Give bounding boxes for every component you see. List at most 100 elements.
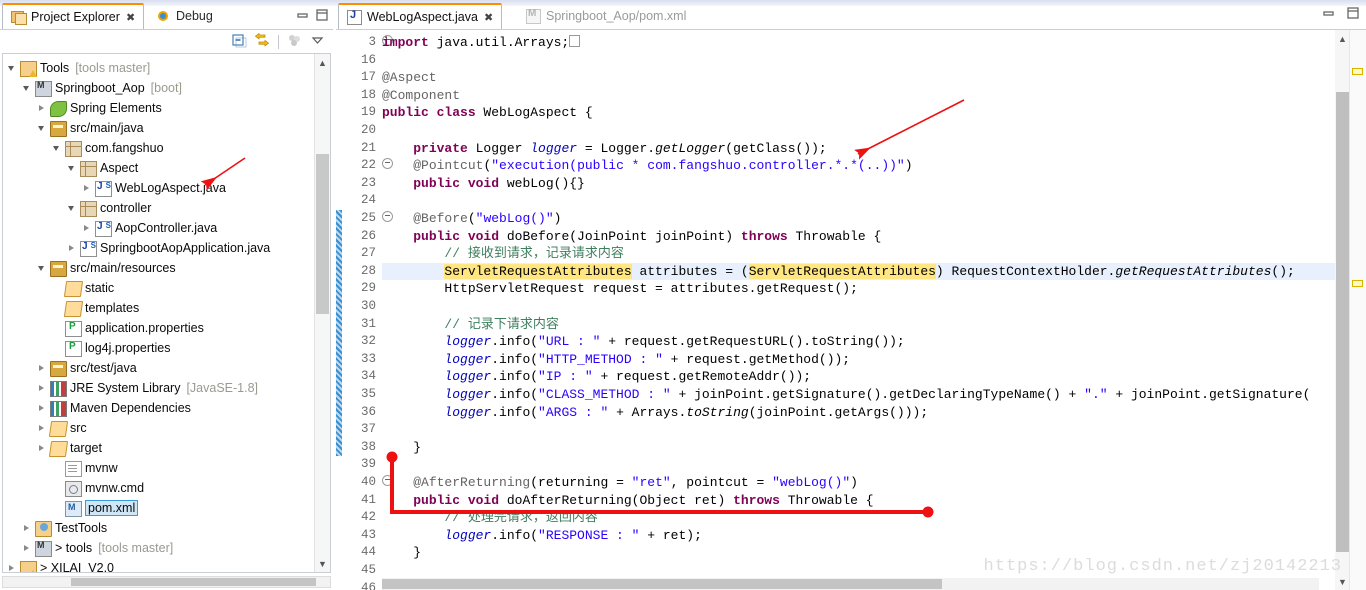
code-line[interactable]: public void webLog(){} (382, 175, 585, 193)
hscrollbar-thumb[interactable] (71, 578, 316, 586)
scrollbar-thumb[interactable] (1336, 92, 1349, 552)
code-line[interactable]: logger.info("URL : " + request.getReques… (382, 333, 904, 351)
expand-arrow-closed-icon[interactable] (82, 222, 94, 234)
code-line[interactable]: public void doBefore(JoinPoint joinPoint… (382, 228, 881, 246)
code-line[interactable]: public class WebLogAspect { (382, 104, 593, 122)
scrollbar-thumb[interactable] (316, 154, 329, 314)
tree-item-src-main-java[interactable]: src/main/java (3, 118, 315, 138)
expand-arrow-closed-icon[interactable] (7, 562, 19, 572)
close-icon[interactable]: ✖ (126, 11, 135, 24)
link-with-editor-icon[interactable] (254, 32, 270, 51)
expand-arrow-open-icon[interactable] (67, 162, 79, 174)
expand-arrow-closed-icon[interactable] (37, 102, 49, 114)
tree-item-controller[interactable]: controller (3, 198, 315, 218)
editor-tab-pomxml[interactable]: M Springboot_Aop/pom.xml (518, 3, 694, 29)
expand-arrow-closed-icon[interactable] (37, 382, 49, 394)
tree-item-springbootaopapplication-java[interactable]: SpringbootAopApplication.java (3, 238, 315, 258)
code-line[interactable]: import java.util.Arrays; (382, 34, 581, 52)
tree-item-weblogaspect-java[interactable]: WebLogAspect.java (3, 178, 315, 198)
tab-debug[interactable]: Debug (148, 3, 221, 29)
minimize-icon[interactable] (296, 8, 310, 22)
code-line[interactable]: HttpServletRequest request = attributes.… (382, 280, 857, 298)
tree-item-jre-system-library[interactable]: JRE System Library [JavaSE-1.8] (3, 378, 315, 398)
expand-arrow-closed-icon[interactable] (22, 522, 34, 534)
code-line[interactable]: logger.info("RESPONSE : " + ret); (382, 527, 701, 545)
tree-item-tools[interactable]: Tools [tools master] (3, 58, 315, 78)
code-line[interactable]: @Component (382, 87, 460, 105)
tab-project-explorer[interactable]: Project Explorer ✖ (2, 3, 145, 29)
minimize-icon[interactable] (1322, 6, 1336, 23)
expand-arrow-closed-icon[interactable] (37, 442, 49, 454)
tree-item-static[interactable]: static (3, 278, 315, 298)
code-line[interactable]: // 记录下请求内容 (382, 316, 558, 334)
project-tree-scrollbar[interactable]: ▲ ▼ (314, 54, 330, 572)
scroll-down-icon[interactable]: ▼ (1335, 573, 1350, 590)
chevron-down-icon[interactable] (310, 33, 325, 51)
hscrollbar-thumb[interactable] (382, 579, 942, 589)
expand-arrow-open-icon[interactable] (37, 262, 49, 274)
editor-hscrollbar[interactable] (382, 578, 1319, 590)
code-line[interactable]: @Aspect (382, 69, 437, 87)
expand-arrow-open-icon[interactable] (37, 122, 49, 134)
editor-tab-weblogaspect[interactable]: J WebLogAspect.java ✖ (338, 3, 503, 29)
tree-item-com-fangshuo[interactable]: com.fangshuo (3, 138, 315, 158)
tree-item-testtools[interactable]: TestTools (3, 518, 315, 538)
scroll-down-icon[interactable]: ▼ (315, 555, 330, 572)
code-line[interactable]: logger.info("HTTP_METHOD : " + request.g… (382, 351, 850, 369)
code-line[interactable]: logger.info("CLASS_METHOD : " + joinPoin… (382, 386, 1310, 404)
source-code[interactable]: import java.util.Arrays; @Aspect @Componen… (382, 30, 1320, 590)
code-line[interactable]: @AfterReturning(returning = "ret", point… (382, 474, 858, 492)
tree-item-maven-dependencies[interactable]: Maven Dependencies (3, 398, 315, 418)
expand-arrow-closed-icon[interactable] (37, 422, 49, 434)
code-text-area[interactable]: 3 16 17 18 19 20 21 22 23 24 25 26 27 28 29 30 31 32 33 34 3… (336, 29, 1366, 590)
expand-arrow-open-icon[interactable] (7, 62, 19, 74)
code-line[interactable]: logger.info("IP : " + request.getRemoteA… (382, 368, 811, 386)
scroll-up-icon[interactable]: ▲ (315, 54, 330, 71)
maximize-icon[interactable] (315, 8, 329, 22)
code-line[interactable]: @Before("webLog()") (382, 210, 561, 228)
code-line[interactable]: // 接收到请求，记录请求内容 (382, 245, 623, 263)
overview-ruler[interactable] (1349, 30, 1366, 590)
close-icon[interactable]: ✖ (484, 11, 493, 24)
tree-item-spring-elements[interactable]: Spring Elements (3, 98, 315, 118)
scroll-up-icon[interactable]: ▲ (1335, 30, 1350, 47)
expand-arrow-open-icon[interactable] (67, 202, 79, 214)
code-line[interactable]: public void doAfterReturning(Object ret)… (382, 492, 873, 510)
tree-item-target[interactable]: target (3, 438, 315, 458)
tree-item-log4j-properties[interactable]: log4j.properties (3, 338, 315, 358)
overview-marker[interactable] (1352, 68, 1363, 75)
expand-arrow-closed-icon[interactable] (67, 242, 79, 254)
code-line[interactable]: } (382, 439, 421, 457)
tree-item-pom-xml[interactable]: pom.xml (3, 498, 315, 518)
code-line[interactable]: // 处理完请求，返回内容 (382, 509, 597, 527)
tree-item-aspect[interactable]: Aspect (3, 158, 315, 178)
tree-item-application-properties[interactable]: application.properties (3, 318, 315, 338)
view-menu-icon[interactable] (287, 33, 302, 51)
overview-marker[interactable] (1352, 280, 1363, 287)
code-line[interactable]: } (382, 544, 421, 562)
code-line[interactable]: logger.info("ARGS : " + Arrays.toString(… (382, 404, 928, 422)
collapse-all-icon[interactable] (232, 33, 247, 51)
expand-arrow-closed-icon[interactable] (82, 182, 94, 194)
editor-vscrollbar[interactable]: ▲ ▼ (1335, 30, 1350, 590)
code-line[interactable]: ServletRequestAttributes attributes = (S… (382, 263, 1295, 281)
expand-arrow-closed-icon[interactable] (22, 542, 34, 554)
maximize-icon[interactable] (1346, 6, 1360, 23)
expand-arrow-open-icon[interactable] (22, 82, 34, 94)
tree-item-src[interactable]: src (3, 418, 315, 438)
tree-item-tools[interactable]: > tools [tools master] (3, 538, 315, 558)
expand-arrow-open-icon[interactable] (52, 142, 64, 154)
tree-item-springboot-aop[interactable]: Springboot_Aop [boot] (3, 78, 315, 98)
expand-arrow-closed-icon[interactable] (37, 362, 49, 374)
tree-item-xilai-v2-0[interactable]: > XILAI_V2.0 (3, 558, 315, 572)
project-tree[interactable]: Tools[tools master]Springboot_Aop[boot]S… (2, 53, 331, 573)
tree-item-mvnw[interactable]: mvnw (3, 458, 315, 478)
project-tree-hscrollbar[interactable] (2, 576, 331, 588)
tree-item-src-test-java[interactable]: src/test/java (3, 358, 315, 378)
expand-arrow-closed-icon[interactable] (37, 402, 49, 414)
tree-item-templates[interactable]: templates (3, 298, 315, 318)
tree-item-aopcontroller-java[interactable]: AopController.java (3, 218, 315, 238)
code-line[interactable]: @Pointcut("execution(public * com.fangsh… (382, 157, 912, 175)
fold-placeholder-icon[interactable] (569, 35, 581, 47)
tree-item-mvnw-cmd[interactable]: mvnw.cmd (3, 478, 315, 498)
